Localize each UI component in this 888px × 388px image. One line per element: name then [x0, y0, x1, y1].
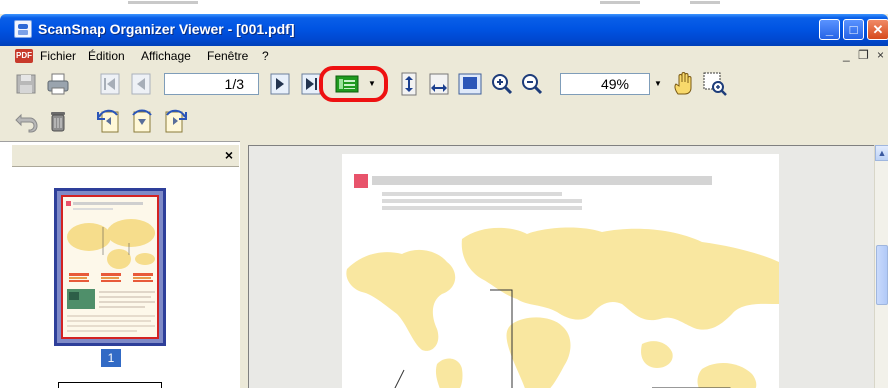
rotate-180-button[interactable]: [128, 107, 156, 135]
menu-bar: PDF Fichier Édition Affichage Fenêtre ? …: [0, 46, 888, 66]
close-icon: ✕: [872, 22, 884, 37]
zoom-in-button[interactable]: [488, 70, 516, 98]
pan-tool-button[interactable]: [670, 70, 698, 98]
title-bar[interactable]: ScanSnap Organizer Viewer - [001.pdf] _ …: [0, 14, 888, 46]
fit-height-button[interactable]: [395, 70, 423, 98]
zoom-in-icon: [492, 74, 513, 95]
save-button[interactable]: [12, 70, 40, 98]
next-page-thumbnail[interactable]: [58, 382, 162, 388]
document-page-content: [346, 174, 779, 388]
close-pane-button[interactable]: ×: [225, 147, 233, 163]
next-page-button[interactable]: [266, 70, 294, 98]
print-button[interactable]: [44, 70, 72, 98]
document-page: [342, 154, 779, 388]
zoom-out-icon: [522, 74, 543, 95]
menu-fichier[interactable]: Fichier: [40, 49, 76, 63]
next-page-icon: [270, 73, 290, 95]
maximize-icon: □: [849, 22, 858, 37]
scansnap-app-icon[interactable]: [14, 20, 32, 38]
rotate-right-icon: [165, 109, 187, 133]
menu-edition[interactable]: Édition: [88, 49, 125, 63]
scrollbar-thumb[interactable]: [876, 245, 888, 305]
doc-minimize-button[interactable]: _: [843, 48, 850, 62]
thumbnail-page-preview: [61, 195, 159, 339]
page-heading-line: [372, 176, 712, 185]
thumbnail-pane-header: ×: [12, 145, 239, 167]
zoom-dropdown-icon[interactable]: ▼: [652, 73, 664, 95]
app-window: ScanSnap Organizer Viewer - [001.pdf] _ …: [0, 14, 888, 388]
minimize-button[interactable]: _: [819, 19, 840, 40]
minimize-icon: _: [825, 22, 834, 37]
page-number-field[interactable]: 1/3: [164, 73, 259, 95]
doc-restore-button[interactable]: ❐: [858, 48, 869, 62]
pdf-document-icon[interactable]: PDF: [15, 49, 33, 63]
zoom-out-button[interactable]: [518, 70, 546, 98]
hand-icon: [674, 72, 692, 95]
background-window-strip: [0, 0, 888, 14]
menu-help[interactable]: ?: [262, 49, 269, 63]
previous-page-icon: [131, 73, 151, 95]
pane-splitter[interactable]: [240, 141, 248, 388]
toolbar-secondary: [0, 103, 888, 139]
zoom-level-field[interactable]: 49%: [560, 73, 650, 95]
page-number-badge[interactable]: 1: [101, 349, 121, 367]
page-heading-marker: [354, 174, 368, 188]
first-page-button[interactable]: [96, 70, 124, 98]
trash-icon: [51, 112, 65, 132]
first-page-icon: [100, 73, 120, 95]
fit-width-icon: [429, 73, 449, 95]
toolbar-main: 1/3 ▼ 49% ▼: [0, 66, 888, 102]
scroll-up-icon[interactable]: ▲: [875, 145, 888, 161]
menu-affichage[interactable]: Affichage: [141, 49, 191, 63]
fit-width-button[interactable]: [425, 70, 453, 98]
menu-fenetre[interactable]: Fenêtre: [207, 49, 248, 63]
undo-icon: [15, 113, 38, 133]
doc-close-button[interactable]: ×: [877, 48, 884, 62]
delete-page-button[interactable]: [44, 107, 72, 135]
fit-height-icon: [401, 72, 417, 96]
full-page-icon: [458, 73, 482, 95]
maximize-button[interactable]: □: [843, 19, 864, 40]
document-view[interactable]: [248, 145, 874, 388]
zoom-area-icon: [703, 72, 727, 96]
rotate-right-button[interactable]: [161, 107, 189, 135]
rotate-left-icon: [97, 109, 119, 133]
save-icon: [16, 74, 36, 94]
rotate-180-icon: [132, 109, 152, 133]
thumbnail-content-graphic: [66, 201, 155, 332]
page-thumbnail-selected[interactable]: [54, 188, 166, 346]
printer-icon: [47, 73, 69, 95]
full-page-button[interactable]: [456, 70, 484, 98]
vertical-scrollbar[interactable]: ▲: [874, 145, 888, 388]
highlight-annotation: [319, 66, 388, 102]
close-window-button[interactable]: ✕: [867, 19, 888, 40]
window-title: ScanSnap Organizer Viewer - [001.pdf]: [38, 21, 295, 37]
undo-button[interactable]: [12, 107, 40, 135]
rotate-left-button[interactable]: [95, 107, 123, 135]
previous-page-button[interactable]: [127, 70, 155, 98]
zoom-area-button[interactable]: [701, 70, 729, 98]
